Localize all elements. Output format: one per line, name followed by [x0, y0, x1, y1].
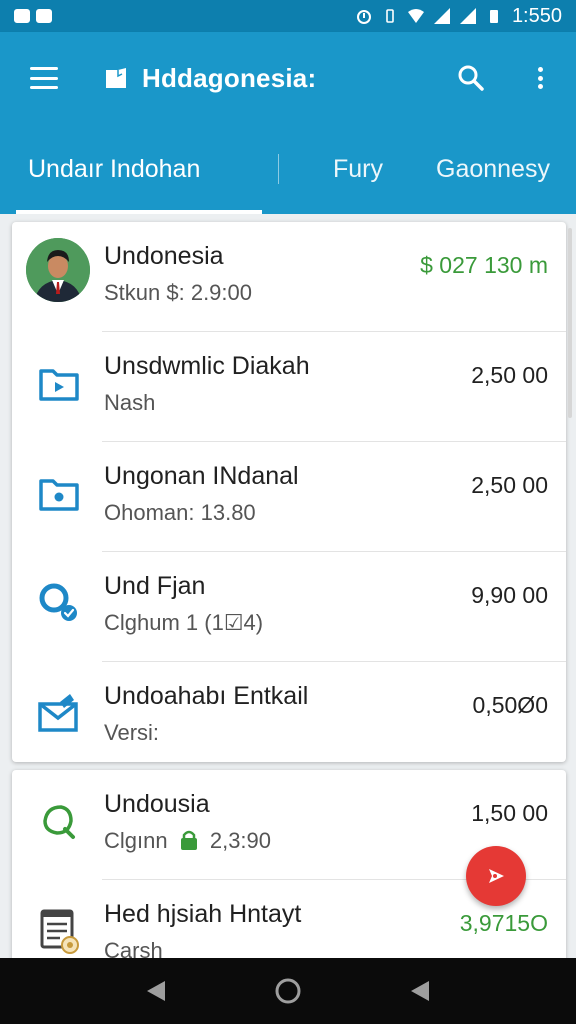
list-item-amount: 9,90 00: [471, 582, 548, 608]
transactions-card: Undonesia Stkun $: 2.9:00 $ 027 130 m Un…: [12, 222, 566, 762]
more-options-icon[interactable]: [528, 63, 552, 93]
list-item-subtitle: Stkun $: 2.9:00: [104, 280, 252, 305]
leaf-search-icon: [32, 794, 86, 848]
status-indicators: 1:550: [356, 5, 562, 28]
list-item-title: Und Fjan: [104, 572, 206, 600]
send-icon: [489, 869, 504, 883]
list-item-amount: 1,50 00: [471, 800, 548, 826]
list-item-amount: 2,50 00: [471, 362, 548, 388]
list-item-amount: 2,50 00: [471, 472, 548, 498]
list-item-amount: 3,9715O: [459, 910, 548, 936]
list-item[interactable]: Ungonan INdanal Ohoman: 13.80 2,50 00: [12, 442, 566, 552]
battery-icon: [489, 10, 498, 23]
scrollbar[interactable]: [568, 228, 572, 418]
list-item[interactable]: Undonesia Stkun $: 2.9:00 $ 027 130 m: [12, 222, 566, 332]
list-item-amount: $ 027 130 m: [420, 252, 548, 278]
tab-primary[interactable]: Undaır Indohan: [0, 124, 262, 214]
recents-icon[interactable]: [409, 979, 431, 1003]
list-item-subtitle: Clgınn 2,3:90: [104, 828, 271, 854]
list-item-amount: 0,50Ø0: [472, 692, 548, 718]
signal-icon: [433, 8, 450, 24]
wifi-icon: [407, 9, 424, 23]
list-item-title: Unsdwmlic Diakah: [104, 352, 310, 380]
tab-divider: [278, 154, 279, 184]
vibrate-icon: [386, 9, 394, 23]
folder-play-icon: [32, 356, 86, 410]
document-icon: [32, 904, 86, 958]
avatar: [26, 238, 90, 302]
app-logo-icon: [106, 68, 126, 88]
signal-icon: [459, 8, 476, 24]
list-item[interactable]: Und Fjan Clghum 1 (1☑4) 9,90 00: [12, 552, 566, 662]
app-title: Hddagonesia:: [142, 62, 317, 93]
menu-icon[interactable]: [30, 67, 58, 89]
home-icon[interactable]: [274, 977, 302, 1005]
back-icon[interactable]: [145, 979, 167, 1003]
search-icon[interactable]: [456, 63, 486, 93]
list-item[interactable]: Undoahabı Entkail Versi: 0,50Ø0: [12, 662, 566, 762]
status-bar: 1:550: [0, 0, 576, 32]
folder-dot-icon: [32, 466, 86, 520]
subtitle-value: 2,3:90: [209, 828, 272, 853]
tab-bar: Undaır Indohan Fury Gaonnesy: [0, 124, 576, 214]
subtitle-prefix: Clgınn: [104, 828, 168, 853]
app-bar: Hddagonesia:: [0, 32, 576, 124]
list-item-subtitle: Clghum 1 (1☑4): [104, 610, 264, 635]
search-check-icon: [32, 576, 86, 630]
status-notifications: [14, 9, 52, 23]
list-item-title: Undousia: [104, 790, 210, 818]
list-item[interactable]: Unsdwmlic Diakah Nash 2,50 00: [12, 332, 566, 442]
floating-action-button[interactable]: [466, 846, 526, 906]
list-item-subtitle: Versi:: [104, 720, 160, 745]
list-item-title: Ungonan INdanal: [104, 462, 299, 490]
tab-fury[interactable]: Fury: [333, 124, 383, 214]
list-item-title: Undonesia: [104, 242, 224, 270]
notification-icon: [36, 9, 52, 23]
list-item-title: Undoahabı Entkail: [104, 682, 309, 710]
list-item-subtitle: Ohoman: 13.80: [104, 500, 256, 525]
system-nav-bar: [0, 958, 576, 1024]
list-item-title: Hed hjsiah Hntayt: [104, 900, 302, 928]
notification-icon: [14, 9, 30, 23]
status-time: 1:550: [511, 4, 562, 27]
tab-gaonnesy[interactable]: Gaonnesy: [436, 124, 550, 214]
list-item-subtitle: Nash: [104, 390, 156, 415]
lock-icon: [180, 830, 197, 850]
mail-icon: [32, 686, 86, 740]
alarm-icon: [356, 10, 371, 24]
